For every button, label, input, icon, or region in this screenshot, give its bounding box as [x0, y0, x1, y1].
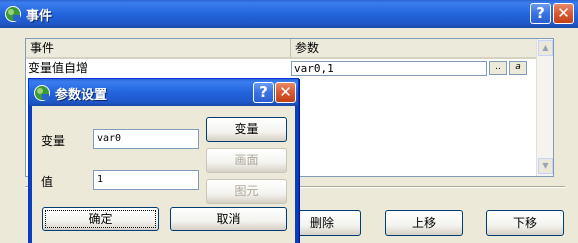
browse-button[interactable]: ..	[489, 61, 507, 75]
cancel-button[interactable]: 取消	[170, 207, 287, 231]
column-header-param[interactable]: 参数	[291, 39, 537, 59]
param-dialog: 参数设置 ? ✕ 变量 var0 值 1 变量 画面 图元 确定 取消	[28, 78, 299, 243]
dialog-frame-left	[29, 106, 32, 243]
screen-select-button[interactable]: 画面	[206, 148, 287, 173]
scroll-down-icon[interactable]: ▼	[538, 158, 553, 174]
text-button[interactable]: a	[509, 61, 527, 75]
move-down-button[interactable]: 下移	[486, 210, 564, 236]
scroll-up-icon[interactable]: ▲	[538, 40, 553, 56]
dialog-close-button[interactable]: ✕	[275, 82, 296, 103]
dialog-help-button[interactable]: ?	[253, 82, 274, 103]
ok-button[interactable]: 确定	[42, 207, 159, 231]
main-titlebar: 事件 ? ✕	[0, 0, 578, 28]
dialog-title: 参数设置	[55, 88, 108, 103]
vertical-scrollbar[interactable]: ▲ ▼	[536, 39, 553, 176]
var-input[interactable]: var0	[93, 129, 199, 149]
var-label: 变量	[41, 134, 66, 148]
window-title: 事件	[26, 9, 53, 24]
app-icon	[5, 6, 21, 22]
element-select-button[interactable]: 图元	[206, 179, 287, 204]
value-input[interactable]: 1	[93, 170, 199, 190]
param-field[interactable]: var0,1	[291, 61, 487, 76]
table-row-event[interactable]: 变量值自增	[26, 61, 291, 76]
column-header-event[interactable]: 事件	[26, 39, 291, 59]
dialog-frame-right	[295, 106, 298, 243]
help-button[interactable]: ?	[530, 3, 551, 24]
value-label: 值	[41, 175, 54, 189]
dialog-titlebar: 参数设置 ? ✕	[29, 79, 298, 106]
move-up-button[interactable]: 上移	[385, 210, 463, 236]
close-button[interactable]: ✕	[553, 3, 574, 24]
var-select-button[interactable]: 变量	[206, 117, 287, 142]
dialog-app-icon	[34, 85, 50, 101]
